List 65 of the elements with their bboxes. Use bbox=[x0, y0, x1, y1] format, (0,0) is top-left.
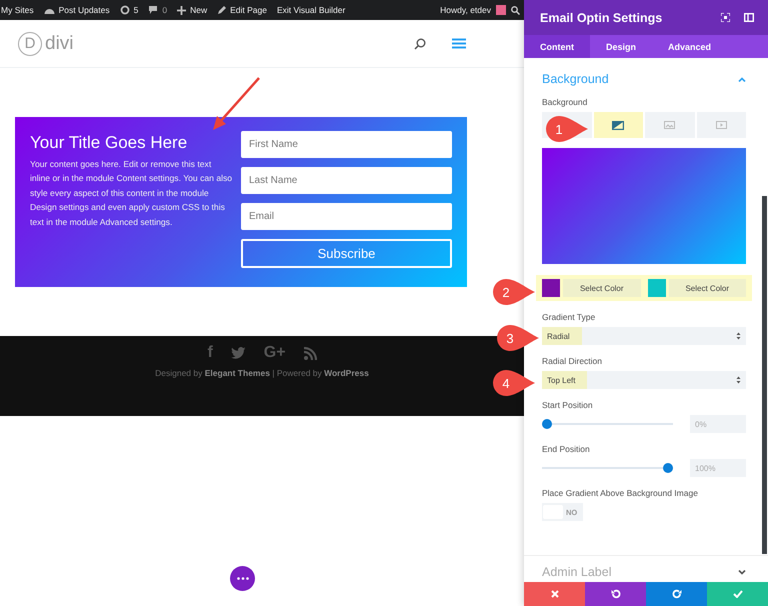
dropdown[interactable]: Radial bbox=[542, 327, 746, 345]
plus-icon[interactable] bbox=[177, 6, 186, 14]
optin-description: Your content goes here. Edit or remove this text inline or in the module Content settings. You can also style every aspect of this content in the module Design settings and even apply custom CSS to this text in the module Advanced settings. bbox=[30, 158, 233, 229]
admin-bar-link[interactable]: 5 bbox=[134, 5, 138, 15]
undo-button[interactable] bbox=[585, 582, 646, 606]
panel-tab[interactable]: Design bbox=[590, 35, 652, 58]
admin-bar-link[interactable]: New bbox=[190, 5, 208, 15]
select-color-button[interactable]: Select Color bbox=[668, 279, 746, 297]
input-field[interactable]: Email bbox=[241, 203, 452, 230]
redo-icon bbox=[672, 589, 682, 599]
menu-icon[interactable] bbox=[452, 38, 466, 49]
background-type-tab[interactable] bbox=[594, 112, 643, 138]
checkmark-icon bbox=[732, 590, 742, 598]
color-swatch[interactable] bbox=[648, 279, 666, 297]
caret-icon[interactable] bbox=[738, 570, 746, 574]
search-icon[interactable] bbox=[414, 38, 426, 50]
greeting-link[interactable]: Howdy, etdev bbox=[440, 5, 491, 15]
optin-title: Your Title Goes Here bbox=[30, 133, 188, 153]
callout-marker: 4 bbox=[492, 369, 536, 397]
admin-bar-link[interactable]: Post Updates bbox=[58, 5, 110, 15]
slider-handle[interactable] bbox=[542, 419, 552, 429]
updown-icon bbox=[736, 332, 741, 340]
scrollbar[interactable] bbox=[762, 196, 767, 554]
footer-credits: Designed by Elegant Themes | Powered by WordPress bbox=[155, 368, 369, 378]
rss-icon[interactable] bbox=[304, 346, 317, 360]
panel-title: Email Optin Settings bbox=[540, 10, 662, 24]
updown-icon bbox=[736, 376, 741, 384]
field-label: Start Position bbox=[542, 400, 594, 410]
panel-tab[interactable]: Content bbox=[524, 35, 590, 58]
panel-tab[interactable]: Advanced bbox=[652, 35, 728, 58]
search-icon[interactable] bbox=[511, 6, 520, 14]
slider-handle[interactable] bbox=[663, 463, 673, 473]
dropdown[interactable]: Top Left bbox=[542, 371, 746, 389]
more-button[interactable] bbox=[230, 566, 255, 591]
input-field[interactable]: Last Name bbox=[241, 167, 452, 194]
color-swatch[interactable] bbox=[542, 279, 560, 297]
pointer-arrow bbox=[211, 76, 263, 132]
expand-icon[interactable] bbox=[721, 13, 730, 22]
field-label: Gradient Type bbox=[542, 312, 596, 322]
callout-marker: 3 bbox=[496, 324, 540, 352]
redo-button[interactable] bbox=[646, 582, 707, 606]
bird-icon[interactable] bbox=[230, 346, 246, 360]
gradient-icon bbox=[612, 120, 624, 130]
admin-bar-link[interactable]: My Sites bbox=[1, 5, 34, 15]
refresh-icon[interactable] bbox=[120, 5, 130, 15]
admin-bar-link[interactable]: Exit Visual Builder bbox=[276, 5, 346, 15]
undo-icon bbox=[610, 589, 620, 599]
field-label: Background bbox=[542, 97, 588, 107]
sidebar-icon[interactable] bbox=[744, 13, 754, 22]
pencil-icon[interactable] bbox=[217, 6, 226, 14]
callout-marker: 2 bbox=[492, 278, 536, 306]
select-color-button[interactable]: Select Color bbox=[563, 279, 640, 297]
dots-icon bbox=[236, 577, 248, 580]
input-field[interactable]: First Name bbox=[241, 131, 452, 158]
admin-bar-link[interactable]: 0 bbox=[162, 5, 168, 15]
field-label: Radial Direction bbox=[542, 356, 603, 366]
field-label: Place Gradient Above Background Image bbox=[542, 488, 699, 498]
subscribe-button[interactable]: Subscribe bbox=[241, 239, 452, 268]
comment-icon[interactable] bbox=[148, 5, 158, 15]
field-label: End Position bbox=[542, 444, 591, 454]
video-icon bbox=[716, 121, 727, 129]
callout-marker: 1 bbox=[545, 115, 589, 143]
admin-bar-link[interactable]: Edit Page bbox=[230, 5, 267, 15]
image-icon bbox=[664, 121, 676, 129]
close-icon bbox=[550, 590, 558, 598]
